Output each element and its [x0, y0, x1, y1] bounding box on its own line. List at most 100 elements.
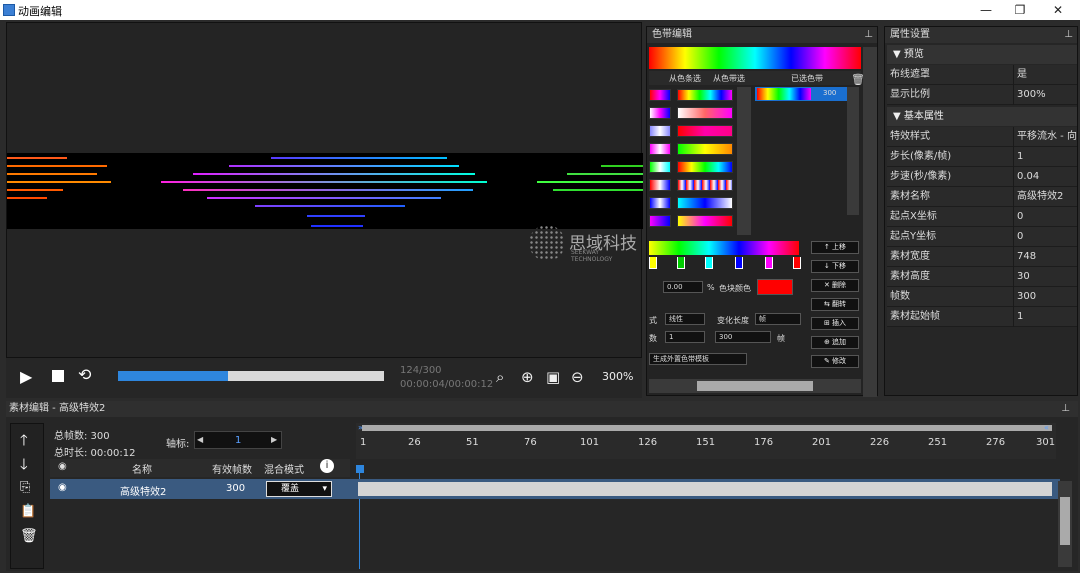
color-band-header: 色带编辑 ⊥: [647, 27, 877, 43]
pin-icon[interactable]: ⊥: [1064, 27, 1073, 43]
prop-row[interactable]: 素材名称 高级特效2: [887, 187, 1077, 207]
tab-from-colorbar[interactable]: 从色条选: [669, 73, 701, 84]
title-bar: 动画编辑 — ❐ ✕: [0, 0, 1080, 20]
timeline-ruler[interactable]: » « 1 26 51 76 101 126 151 176 201 226 2…: [356, 423, 1056, 459]
zoom-actual-icon[interactable]: ▣: [546, 368, 560, 386]
group-basic[interactable]: ▼ 基本属性: [887, 107, 1077, 126]
mode-label: 式: [649, 316, 657, 325]
watermark-en: SEEKWAY TECHNOLOGY: [571, 249, 613, 263]
layer-name[interactable]: 高级特效2: [120, 483, 166, 498]
panel-hscrollbar[interactable]: [649, 379, 861, 393]
stepper-left-icon[interactable]: ◀: [197, 435, 203, 444]
axis-stepper[interactable]: ◀ 1 ▶: [194, 431, 282, 449]
eye-icon: ◉: [58, 461, 67, 472]
prop-row[interactable]: 起点Y坐标 0: [887, 227, 1077, 247]
tab-selected[interactable]: 已选色带: [791, 73, 823, 84]
color-band-panel: 色带编辑 ⊥ 从色条选 从色带选 已选色带 🗑 300 0.00 % 色块颜色 式…: [646, 26, 878, 397]
prop-row[interactable]: 特效样式 平移流水 - 向: [887, 127, 1077, 147]
position-unit: %: [707, 283, 715, 292]
flip-button[interactable]: ⇆ 翻转: [811, 298, 859, 311]
layer-clip-bar[interactable]: [358, 482, 1052, 496]
band-color-swatch[interactable]: [757, 279, 793, 295]
play-icon[interactable]: ▶: [20, 367, 32, 386]
position-input[interactable]: 0.00: [663, 281, 703, 293]
frame-info: 124/300 00:00:04/00:00:12: [400, 364, 493, 392]
prop-row[interactable]: 起点X坐标 0: [887, 207, 1077, 227]
gen-template-button[interactable]: 生成外置色带模板: [649, 353, 747, 365]
count-select[interactable]: 1: [665, 331, 705, 343]
layer-scrollbar[interactable]: [1058, 481, 1072, 567]
material-editor: 素材编辑 - 高级特效2 ⊥ 🡑 🡓 ⎘ 📋 🗑 总帧数: 300 总时长: 00…: [6, 401, 1078, 571]
layer-row[interactable]: ◉ 高级特效2 300 覆盖 ▾: [50, 479, 1060, 499]
total-time: 总时长: 00:00:12: [54, 448, 136, 459]
window-title: 动画编辑: [18, 5, 62, 18]
col-name: 名称: [132, 465, 152, 476]
prop-row[interactable]: 步长(像素/帧) 1: [887, 147, 1077, 167]
properties-header: 属性设置 ⊥: [885, 27, 1077, 43]
length-input[interactable]: 300: [715, 331, 771, 343]
move-up-button[interactable]: ↑ 上移: [811, 241, 859, 254]
mode-select[interactable]: 线性: [665, 313, 705, 325]
pin-icon[interactable]: ⊥: [864, 27, 873, 43]
selected-count: 300: [823, 89, 837, 97]
zoom-out-icon[interactable]: ⊖: [571, 368, 584, 386]
color-label: 色块颜色: [719, 284, 751, 293]
close-button[interactable]: ✕: [1040, 0, 1076, 20]
change-unit-select[interactable]: 帧: [755, 313, 801, 325]
selected-band-item[interactable]: 300: [755, 87, 847, 101]
append-button[interactable]: ⊕ 追加: [811, 336, 859, 349]
copy-icon[interactable]: ⎘: [20, 480, 30, 495]
move-down-button[interactable]: ↓ 下移: [811, 260, 859, 273]
properties-title: 属性设置: [890, 29, 930, 40]
stop-icon[interactable]: [52, 370, 64, 382]
length-unit: 帧: [777, 334, 785, 343]
preview-viewport: 思域科技 SEEKWAY TECHNOLOGY: [6, 22, 643, 358]
panel-scrollbar[interactable]: [863, 47, 877, 397]
minimize-button[interactable]: —: [968, 0, 1004, 20]
playback-progress[interactable]: [118, 371, 384, 381]
effect-preview-strip: [7, 153, 643, 229]
prop-row[interactable]: 素材宽度 748: [887, 247, 1077, 267]
loop-icon[interactable]: ⟲: [78, 365, 91, 384]
spectrum-bar[interactable]: [649, 47, 861, 69]
prop-row[interactable]: 布线遮罩是: [887, 65, 1077, 85]
material-header: 素材编辑 - 高级特效2 ⊥: [6, 401, 1078, 417]
paste-icon[interactable]: 📋: [20, 504, 36, 519]
blend-select[interactable]: 覆盖 ▾: [266, 481, 332, 497]
axis-label: 轴标:: [166, 439, 190, 450]
swatch-scrollbar[interactable]: [737, 87, 751, 235]
delete-icon[interactable]: 🗑: [20, 528, 38, 544]
gradient-editor-bar[interactable]: [649, 241, 799, 255]
delete-button[interactable]: ✕ 删除: [811, 279, 859, 292]
playhead-marker[interactable]: [356, 465, 364, 473]
group-preview[interactable]: ▼ 预览: [887, 45, 1077, 64]
selected-scrollbar[interactable]: [847, 87, 859, 215]
info-icon[interactable]: i: [320, 459, 334, 473]
prop-row[interactable]: 帧数 300: [887, 287, 1077, 307]
prop-row[interactable]: 素材高度 30: [887, 267, 1077, 287]
visibility-eye-icon[interactable]: ◉: [58, 482, 67, 493]
layer-header: ◉ 名称 有效帧数 混合模式 i: [50, 459, 350, 477]
pin-icon[interactable]: ⊥: [1061, 401, 1070, 417]
maximize-button[interactable]: ❐: [1002, 0, 1038, 20]
tab-from-band[interactable]: 从色带选: [713, 73, 745, 84]
zoom-in-icon[interactable]: ⊕: [521, 368, 534, 386]
count-label: 数: [649, 334, 657, 343]
insert-button[interactable]: ⊞ 插入: [811, 317, 859, 330]
prop-row[interactable]: 素材起始帧 1: [887, 307, 1077, 327]
axis-value[interactable]: 1: [235, 435, 241, 446]
prop-row[interactable]: 步速(秒/像素) 0.04: [887, 167, 1077, 187]
app-icon: [3, 4, 15, 16]
total-frames: 总帧数: 300: [54, 431, 110, 442]
prop-row[interactable]: 显示比例 300%: [887, 85, 1077, 105]
move-up-icon[interactable]: 🡑: [20, 430, 28, 455]
col-frames: 有效帧数: [212, 465, 252, 476]
move-down-icon[interactable]: 🡓: [20, 454, 28, 479]
modify-button[interactable]: ✎ 修改: [811, 355, 859, 368]
frame-counter: 124/300: [400, 365, 442, 376]
col-blend: 混合模式: [264, 465, 304, 476]
layer-toolbar: 🡑 🡓 ⎘ 📋 🗑: [10, 423, 44, 569]
properties-panel: 属性设置 ⊥ ▼ 预览 布线遮罩是 显示比例 300% ▼ 基本属性 特效样式 平移流…: [884, 26, 1078, 396]
stepper-right-icon[interactable]: ▶: [271, 435, 277, 444]
zoom-fit-icon[interactable]: ⌕: [496, 368, 504, 386]
